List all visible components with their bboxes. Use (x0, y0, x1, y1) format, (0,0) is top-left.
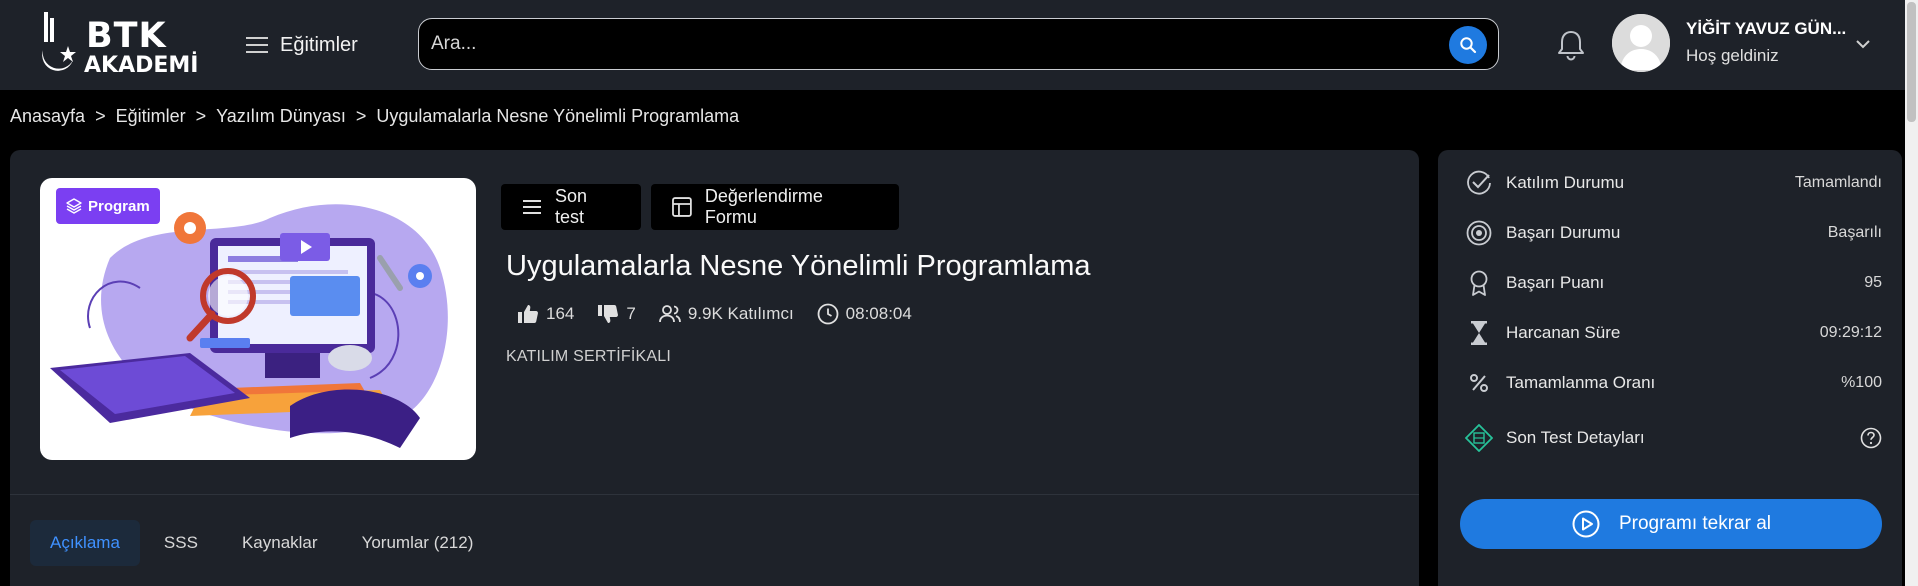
participants-stat: 9.9K Katılımcı (658, 302, 794, 326)
notification-bell-icon[interactable] (1555, 28, 1587, 62)
participants-count: 9.9K Katılımcı (687, 304, 794, 323)
duration-stat: 08:08:04 (816, 302, 912, 326)
progress-panel: Katılım Durumu Tamamlandı Başarı Durumu … (1438, 150, 1902, 586)
dislikes-count: 7 (626, 304, 636, 323)
thumbs-down-icon (598, 305, 619, 323)
thumbs-up-icon (518, 305, 538, 323)
basari-puani-row: Başarı Puanı 95 (1464, 267, 1882, 299)
user-name: YİĞİT YAVUZ GÜN... (1686, 19, 1847, 38)
search-icon (1460, 37, 1477, 54)
degerlendirme-formu-button[interactable]: Değerlendirme Formu (651, 184, 899, 230)
course-title: Uygulamalarla Nesne Yönelimli Programlam… (506, 250, 1091, 282)
son-test-detaylari-label: Son Test Detayları (1506, 428, 1645, 447)
section-divider (10, 494, 1419, 495)
harcanan-sure-row: Harcanan Süre 09:29:12 (1464, 317, 1882, 349)
likes-count: 164 (546, 304, 575, 323)
basari-puani-label: Başarı Puanı (1506, 273, 1605, 292)
tab-yorumlar[interactable]: Yorumlar (212) (342, 520, 494, 566)
user-silhouette-icon (1612, 14, 1670, 72)
certificate-label: KATILIM SERTİFİKALI (506, 348, 672, 365)
layers-icon (66, 198, 82, 214)
play-circle-icon (1572, 510, 1600, 538)
basari-durumu-row: Başarı Durumu Başarılı (1464, 217, 1882, 249)
son-test-label: Son test (554, 186, 588, 227)
chevron-down-icon[interactable] (1853, 34, 1873, 54)
breadcrumb-yazilim-dunyasi[interactable]: Yazılım Dünyası (216, 106, 346, 127)
percent-icon (1464, 368, 1494, 398)
hourglass-icon (1464, 318, 1494, 348)
tamamlanma-orani-value: %100 (1841, 374, 1882, 391)
users-icon (658, 305, 681, 323)
course-card: Program Son test Değerlendirme Formu Uyg… (10, 150, 1419, 586)
tamamlanma-orani-label: Tamamlanma Oranı (1506, 373, 1656, 392)
target-icon (1464, 218, 1494, 248)
program-badge-label: Program (88, 197, 150, 215)
degerlendirme-formu-label: Değerlendirme Formu (704, 186, 823, 227)
breadcrumb-egitimler[interactable]: Eğitimler (116, 106, 186, 127)
breadcrumb-separator: > (355, 105, 367, 126)
like-button[interactable]: 164 (516, 302, 574, 326)
test-details-icon (1464, 423, 1494, 453)
duration-value: 08:08:04 (845, 304, 912, 323)
logo-mark-icon (42, 12, 76, 71)
retake-program-button[interactable]: Programı tekrar al (1460, 499, 1882, 549)
award-icon (1464, 268, 1494, 298)
egitimler-menu-label: Eğitimler (280, 33, 358, 56)
breadcrumb-current: Uygulamalarla Nesne Yönelimli Programlam… (376, 105, 740, 126)
help-circle-icon[interactable] (1860, 427, 1882, 449)
basari-puani-value: 95 (1864, 274, 1882, 291)
list-icon (522, 200, 541, 214)
breadcrumb-home[interactable]: Anasayfa (10, 106, 85, 127)
tab-kaynaklar[interactable]: Kaynaklar (222, 520, 338, 566)
katilim-durumu-value: Tamamlandı (1794, 174, 1882, 191)
hamburger-icon (246, 37, 268, 53)
breadcrumb-separator: > (95, 105, 106, 126)
tamamlanma-orani-row: Tamamlanma Oranı %100 (1464, 367, 1882, 399)
egitimler-menu-button[interactable]: Eğitimler (244, 28, 358, 62)
breadcrumb: Anasayfa > Eğitimler > Yazılım Dünyası >… (10, 104, 739, 128)
user-greeting: Hoş geldiniz (1686, 46, 1779, 65)
search-bar (418, 18, 1499, 70)
course-stats: 164 7 9.9K Katılımcı 08:08:04 (516, 300, 934, 328)
harcanan-sure-value: 09:29:12 (1819, 324, 1882, 341)
check-circle-icon (1464, 168, 1494, 198)
son-test-button[interactable]: Son test (501, 184, 641, 230)
harcanan-sure-label: Harcanan Süre (1506, 323, 1621, 342)
katilim-durumu-row: Katılım Durumu Tamamlandı (1464, 167, 1882, 199)
btk-akademi-logo[interactable]: BTK AKADEMİ (40, 10, 212, 80)
course-tabs: Açıklama SSS Kaynaklar Yorumlar (212) (30, 520, 493, 566)
course-image: Program (40, 178, 476, 460)
logo-text-btk: BTK (86, 16, 167, 56)
dislike-button[interactable]: 7 (596, 302, 636, 326)
tab-sss[interactable]: SSS (144, 520, 218, 566)
top-navbar: BTK AKADEMİ Eğitimler YİĞİT YAVUZ GÜN... (0, 0, 1918, 90)
breadcrumb-separator: > (195, 105, 207, 126)
page-scrollbar[interactable] (1905, 0, 1918, 586)
program-badge: Program (56, 188, 160, 224)
user-avatar[interactable] (1612, 14, 1670, 72)
basari-durumu-value: Başarılı (1827, 224, 1882, 241)
search-button[interactable] (1449, 26, 1487, 64)
search-input[interactable] (431, 19, 1411, 69)
form-layout-icon (672, 197, 692, 217)
clock-icon (817, 303, 839, 325)
retake-program-label: Programı tekrar al (1618, 513, 1772, 534)
logo-text-akademi: AKADEMİ (84, 53, 199, 78)
basari-durumu-label: Başarı Durumu (1506, 223, 1621, 242)
katilim-durumu-label: Katılım Durumu (1506, 173, 1625, 192)
scrollbar-thumb[interactable] (1907, 2, 1916, 122)
son-test-detaylari-row[interactable]: Son Test Detayları (1464, 422, 1882, 454)
tab-aciklama[interactable]: Açıklama (30, 520, 140, 566)
